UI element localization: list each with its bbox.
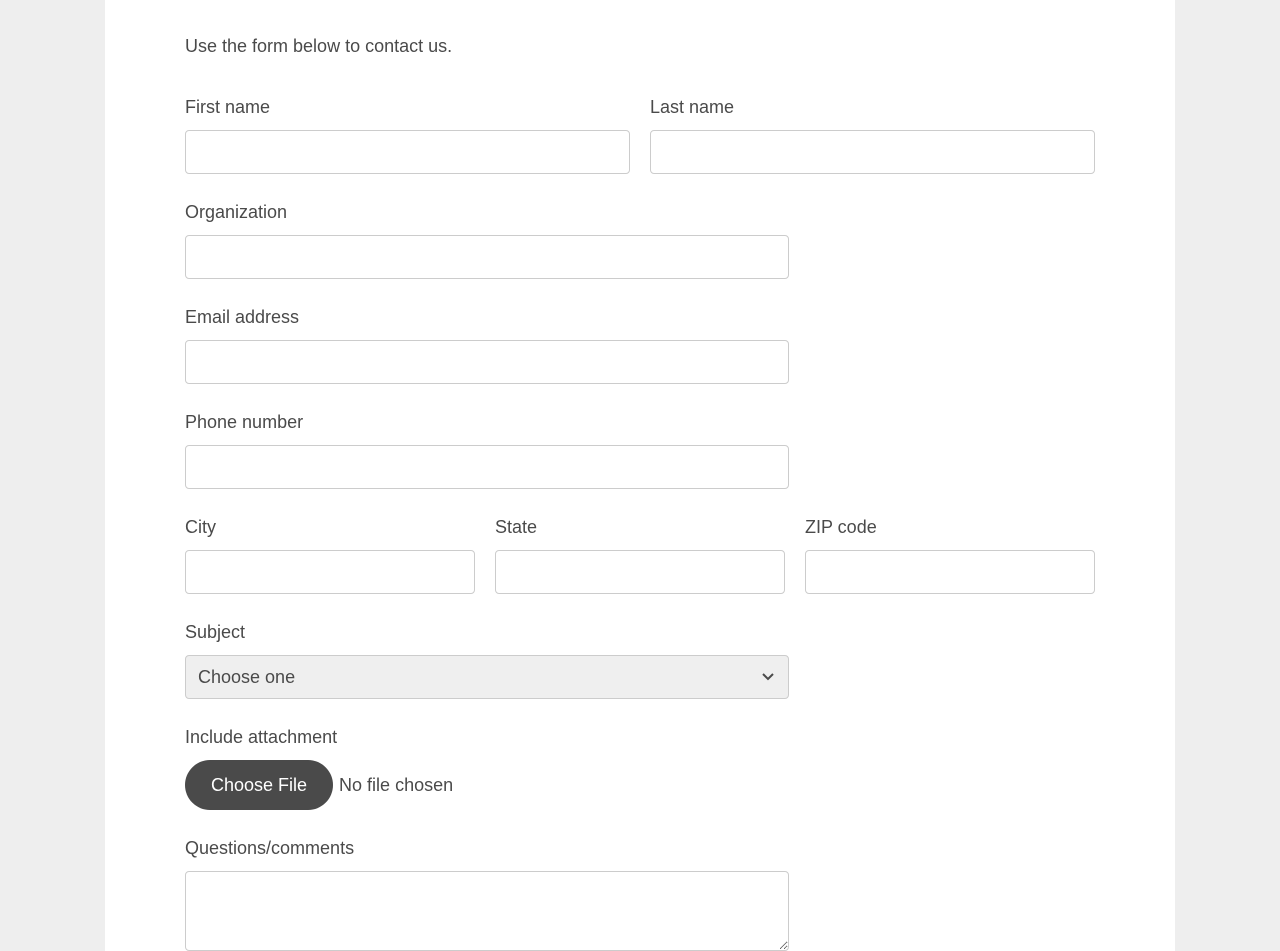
intro-text: Use the form below to contact us. — [185, 36, 1095, 57]
input-first-name[interactable] — [185, 130, 630, 174]
select-subject[interactable]: Choose one — [185, 655, 789, 699]
row-phone: Phone number — [185, 412, 1095, 489]
field-state: State — [495, 517, 785, 594]
field-comments: Questions/comments — [185, 838, 789, 951]
input-state[interactable] — [495, 550, 785, 594]
field-phone: Phone number — [185, 412, 789, 489]
field-zip: ZIP code — [805, 517, 1095, 594]
label-comments: Questions/comments — [185, 838, 789, 859]
label-first-name: First name — [185, 97, 630, 118]
label-attachment: Include attachment — [185, 727, 1095, 748]
textarea-comments[interactable] — [185, 871, 789, 951]
label-subject: Subject — [185, 622, 789, 643]
label-email: Email address — [185, 307, 789, 328]
label-phone: Phone number — [185, 412, 789, 433]
row-location: City State ZIP code — [185, 517, 1095, 594]
row-subject: Subject Choose one — [185, 622, 1095, 699]
label-city: City — [185, 517, 475, 538]
label-organization: Organization — [185, 202, 789, 223]
input-phone[interactable] — [185, 445, 789, 489]
input-organization[interactable] — [185, 235, 789, 279]
field-organization: Organization — [185, 202, 789, 279]
row-email: Email address — [185, 307, 1095, 384]
field-last-name: Last name — [650, 97, 1095, 174]
input-last-name[interactable] — [650, 130, 1095, 174]
input-city[interactable] — [185, 550, 475, 594]
input-email[interactable] — [185, 340, 789, 384]
chevron-down-icon — [762, 668, 774, 686]
label-zip: ZIP code — [805, 517, 1095, 538]
field-email: Email address — [185, 307, 789, 384]
field-city: City — [185, 517, 475, 594]
field-first-name: First name — [185, 97, 630, 174]
label-last-name: Last name — [650, 97, 1095, 118]
file-status-text: No file chosen — [339, 775, 453, 796]
field-subject: Subject Choose one — [185, 622, 789, 699]
row-attachment: Include attachment Choose File No file c… — [185, 727, 1095, 810]
row-comments: Questions/comments — [185, 838, 1095, 951]
input-zip[interactable] — [805, 550, 1095, 594]
contact-form-page: Use the form below to contact us. First … — [105, 0, 1175, 951]
row-name: First name Last name — [185, 97, 1095, 174]
file-picker: Choose File No file chosen — [185, 760, 1095, 810]
label-state: State — [495, 517, 785, 538]
choose-file-button[interactable]: Choose File — [185, 760, 333, 810]
select-subject-value: Choose one — [198, 667, 295, 688]
row-organization: Organization — [185, 202, 1095, 279]
